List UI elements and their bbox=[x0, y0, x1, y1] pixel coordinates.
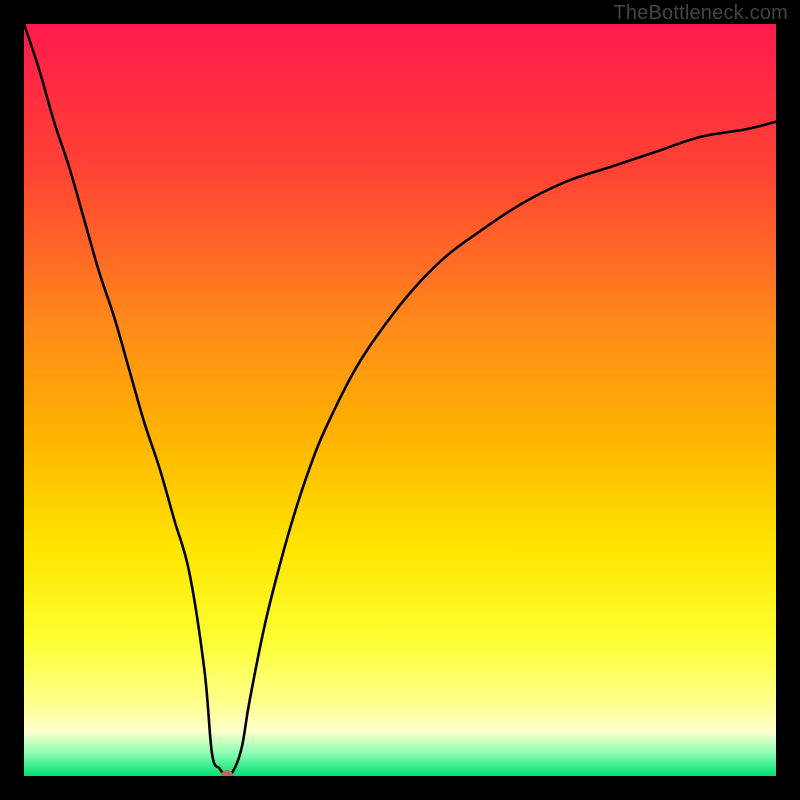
plot-area bbox=[24, 24, 776, 776]
watermark-label: TheBottleneck.com bbox=[613, 2, 788, 25]
chart-frame: TheBottleneck.com bbox=[0, 0, 800, 800]
chart-svg bbox=[24, 24, 776, 776]
